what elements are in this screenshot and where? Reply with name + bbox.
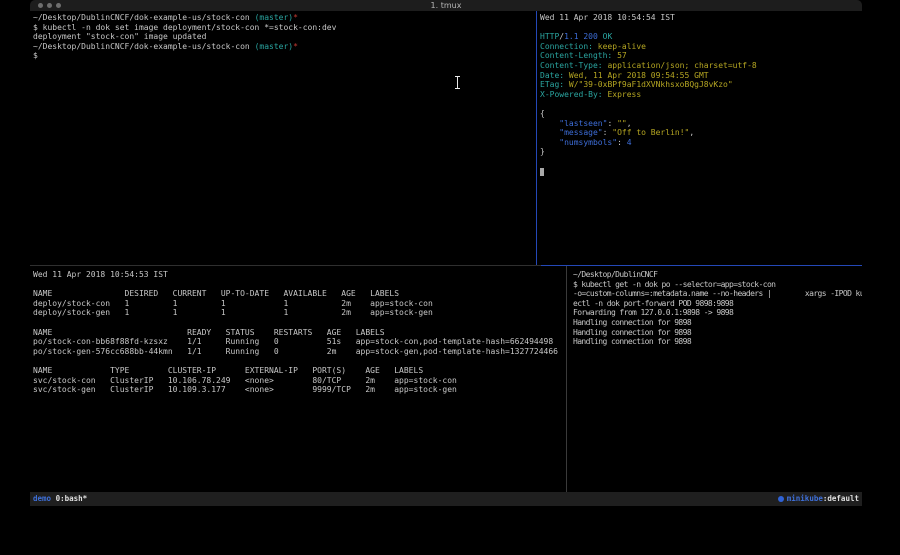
http-header: Content-Length: 57 (540, 51, 862, 61)
command-output: Handling connection for 9898 (573, 318, 862, 328)
json-field: "message": "Off to Berlin!", (540, 128, 862, 138)
table-row: deploy/stock-con 1 1 1 1 2m app=stock-co… (33, 299, 564, 309)
prompt-line: ~/Desktop/DublinCNCF/dok-example-us/stoc… (33, 13, 533, 23)
pane-top-left[interactable]: ~/Desktop/DublinCNCF/dok-example-us/stoc… (33, 13, 533, 263)
timestamp: Wed 11 Apr 2018 10:54:53 IST (33, 270, 564, 280)
json-field: "numsymbols": 4 (540, 138, 862, 148)
command-line: ectl -n dok port-forward POD 9898:9898 (573, 299, 862, 309)
command-output: Handling connection for 9898 (573, 337, 862, 347)
timestamp: Wed 11 Apr 2018 10:54:54 IST (540, 13, 862, 23)
table-row: po/stock-con-bb68f88fd-kzsxz 1/1 Running… (33, 337, 564, 347)
table-header: NAME READY STATUS RESTARTS AGE LABELS (33, 328, 564, 338)
pane-bottom-left[interactable]: Wed 11 Apr 2018 10:54:53 IST NAME DESIRE… (33, 270, 564, 490)
helm-wheel-icon (778, 496, 784, 502)
command-output: Forwarding from 127.0.0.1:9898 -> 9898 (573, 308, 862, 318)
block-cursor (540, 168, 544, 176)
table-row: svc/stock-gen ClusterIP 10.109.3.177 <no… (33, 385, 564, 395)
http-header: X-Powered-By: Express (540, 90, 862, 100)
http-reason: OK (603, 32, 613, 41)
table-row: po/stock-gen-576cc688bb-44kmn 1/1 Runnin… (33, 347, 564, 357)
table-row: svc/stock-con ClusterIP 10.106.78.249 <n… (33, 376, 564, 386)
http-version-status: 1.1 200 (564, 32, 603, 41)
command-line: $ kubectl -n dok set image deployment/st… (33, 23, 533, 33)
pane-bottom-right[interactable]: ~/Desktop/DublinCNCF $ kubectl get -n do… (573, 270, 862, 490)
desktop-background: 1. tmux ~/Desktop/DublinCNCF/dok-example… (0, 0, 900, 555)
command-line: $ kubectl get -n dok po --selector=app=s… (573, 280, 862, 290)
pane-top-right[interactable]: Wed 11 Apr 2018 10:54:54 IST HTTP/1.1 20… (540, 13, 862, 263)
git-dirty-flag: * (293, 42, 298, 51)
table-header: NAME TYPE CLUSTER-IP EXTERNAL-IP PORT(S)… (33, 366, 564, 376)
prompt-path: ~/Desktop/DublinCNCF (573, 270, 862, 280)
kube-context: minikube (787, 494, 823, 503)
git-dirty-flag: * (293, 13, 298, 22)
prompt-path: ~/Desktop/DublinCNCF/dok-example-us/stoc… (33, 13, 255, 22)
command-output: Handling connection for 9898 (573, 328, 862, 338)
prompt-path: ~/Desktop/DublinCNCF/dok-example-us/stoc… (33, 42, 255, 51)
status-left: demo 0:bash* (33, 492, 87, 506)
table-row: deploy/stock-gen 1 1 1 1 2m app=stock-ge… (33, 308, 564, 318)
prompt-char: $ (33, 51, 533, 61)
cursor-line (540, 167, 862, 177)
pane-divider-vertical-top[interactable] (536, 11, 537, 265)
pane-divider-horizontal-left[interactable] (30, 265, 541, 266)
json-field: "lastseen": "", (540, 119, 862, 129)
command-line: -o=custom-columns=:metadata.name --no-he… (573, 289, 862, 299)
prompt-line: ~/Desktop/DublinCNCF/dok-example-us/stoc… (33, 42, 533, 52)
pane-divider-vertical-bottom[interactable] (566, 266, 567, 492)
mouse-ibeam-cursor (455, 76, 460, 89)
http-header: Connection: keep-alive (540, 42, 862, 52)
git-branch: (master) (255, 42, 294, 51)
git-branch: (master) (255, 13, 294, 22)
command-output: deployment "stock-con" image updated (33, 32, 533, 42)
terminal-window: 1. tmux ~/Desktop/DublinCNCF/dok-example… (30, 0, 862, 506)
http-header: Date: Wed, 11 Apr 2018 09:54:55 GMT (540, 71, 862, 81)
kube-namespace: :default (823, 494, 859, 503)
window-title: 1. tmux (30, 1, 862, 10)
table-header: NAME DESIRED CURRENT UP-TO-DATE AVAILABL… (33, 289, 564, 299)
tmux-status-bar: demo 0:bash* minikube:default (30, 492, 862, 506)
status-right: minikube:default (778, 492, 859, 506)
http-status-line: HTTP/1.1 200 OK (540, 32, 862, 42)
http-proto: HTTP (540, 32, 559, 41)
json-brace-open: { (540, 109, 862, 119)
http-header: ETag: W/"39-0xBPf9aF1dXVNkhsxoBQgJ8vKzo" (540, 80, 862, 90)
session-name[interactable]: demo (33, 494, 51, 503)
window-name[interactable]: 0:bash* (51, 494, 87, 503)
json-brace-close: } (540, 147, 862, 157)
http-header: Content-Type: application/json; charset=… (540, 61, 862, 71)
titlebar[interactable]: 1. tmux (30, 0, 862, 11)
pane-divider-horizontal-right[interactable] (541, 265, 862, 266)
